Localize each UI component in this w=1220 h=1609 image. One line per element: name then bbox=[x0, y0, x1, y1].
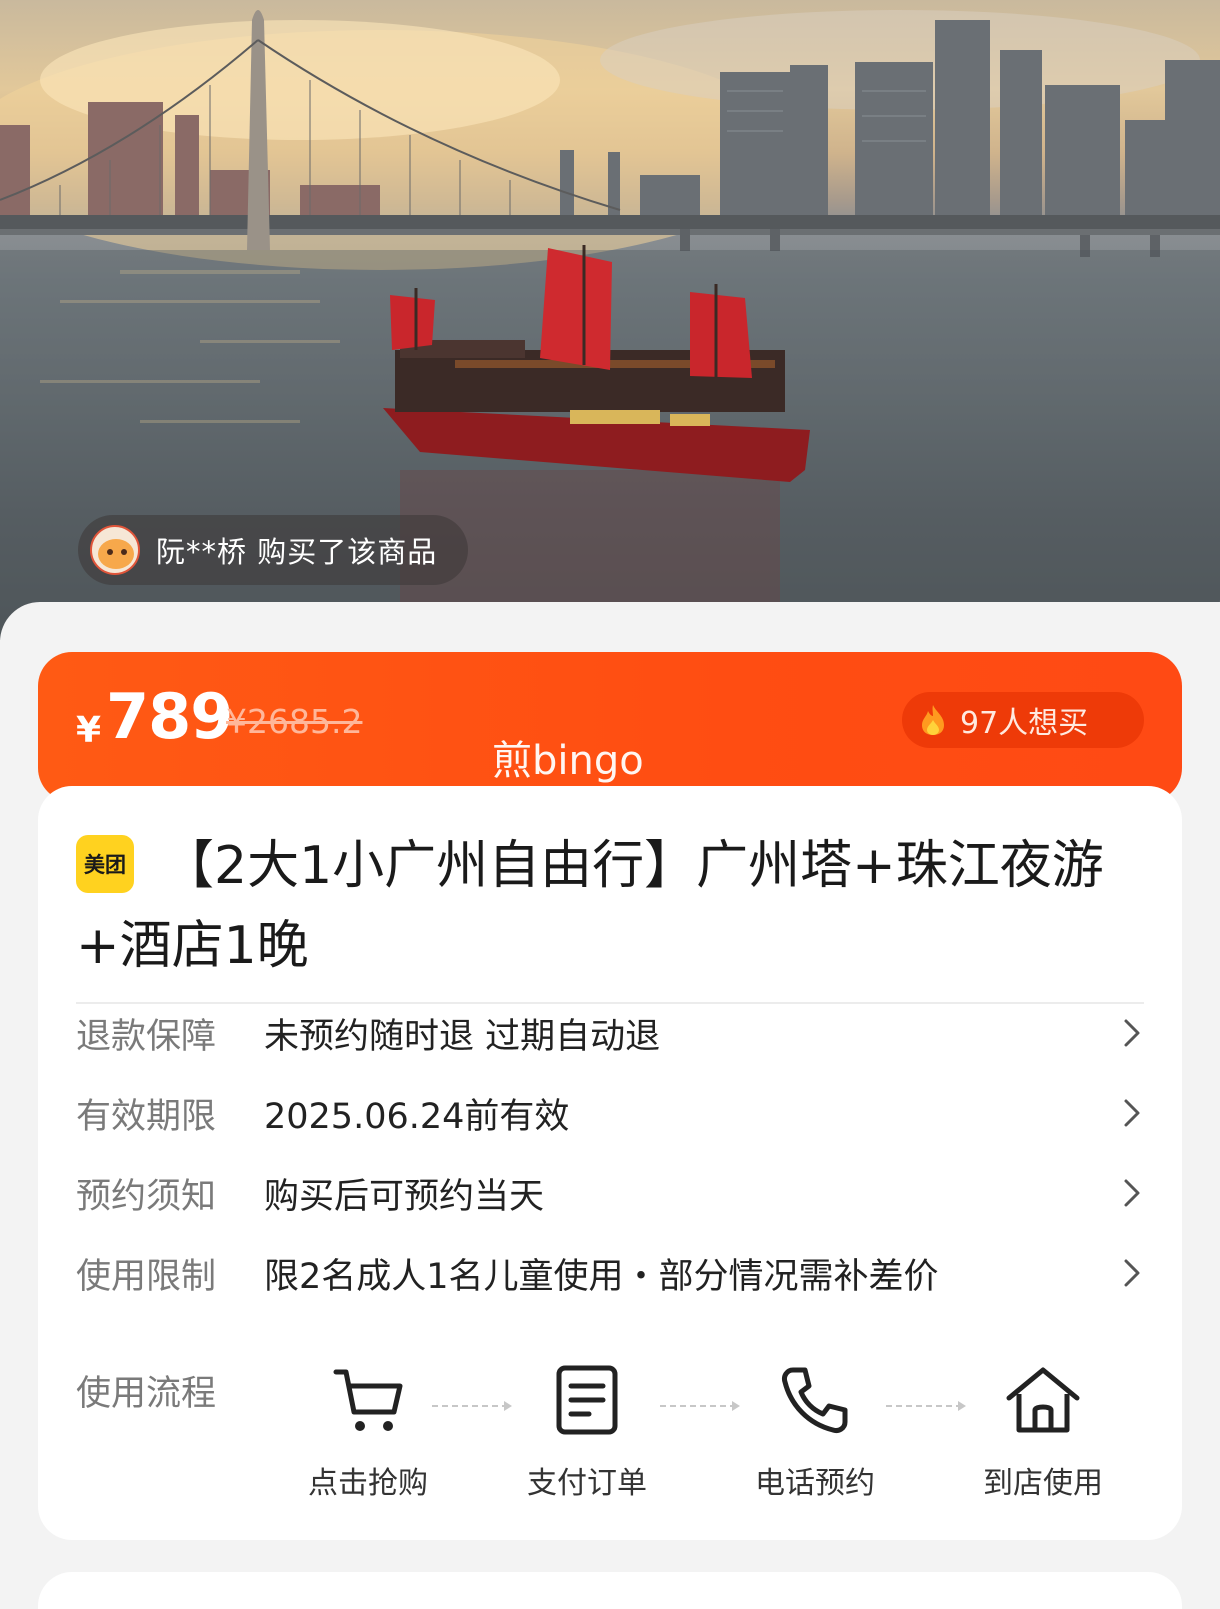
buyer-notice-text: 阮**桥 购买了该商品 bbox=[156, 535, 438, 569]
chevron-right-icon bbox=[1124, 1259, 1140, 1287]
chevron-right-icon bbox=[1124, 1019, 1140, 1047]
step-label: 电话预约 bbox=[755, 1466, 875, 1501]
product-detail-page: 阮**桥 购买了该商品 ¥ 789 ¥2685.2 煎bingo 97人想买 【… bbox=[0, 0, 1220, 1609]
row-value: 限2名成人1名儿童使用・部分情况需补差价 bbox=[264, 1256, 939, 1297]
row-label: 预约须知 bbox=[76, 1176, 217, 1217]
flow-step-pay: 支付订单 bbox=[502, 1360, 672, 1502]
row-value: 未预约随时退 过期自动退 bbox=[264, 1016, 661, 1057]
product-title: 【2大1小广州自由行】广州塔+珠江夜游+酒店1晚 bbox=[76, 836, 1104, 976]
flow-step-visit: 到店使用 bbox=[958, 1360, 1128, 1502]
want-count-badge: 97人想买 bbox=[902, 692, 1144, 748]
want-count-text: 97人想买 bbox=[960, 706, 1089, 741]
row-value: 2025.06.24前有效 bbox=[264, 1096, 570, 1137]
hero-image[interactable]: 阮**桥 购买了该商品 bbox=[0, 0, 1220, 640]
watermark-text: 煎bingo bbox=[492, 738, 644, 784]
recent-buyer-notice: 阮**桥 购买了该商品 bbox=[78, 515, 468, 585]
meituan-brand-badge: 美团 bbox=[76, 835, 134, 893]
row-label: 有效期限 bbox=[76, 1096, 217, 1137]
cart-icon bbox=[333, 1369, 403, 1431]
step-label: 支付订单 bbox=[527, 1466, 647, 1501]
info-row-refund[interactable]: 退款保障 未预约随时退 过期自动退 bbox=[76, 1003, 1146, 1063]
step-label: 点击抢购 bbox=[308, 1466, 428, 1501]
next-section-card bbox=[38, 1572, 1182, 1609]
info-row-restriction[interactable]: 使用限制 限2名成人1名儿童使用・部分情况需补差价 bbox=[76, 1243, 1146, 1303]
info-row-booking[interactable]: 预约须知 购买后可预约当天 bbox=[76, 1163, 1146, 1223]
flow-step-buy: 点击抢购 bbox=[283, 1360, 453, 1502]
chevron-right-icon bbox=[1124, 1099, 1140, 1127]
buyer-avatar bbox=[90, 525, 140, 575]
chevron-right-icon bbox=[1124, 1179, 1140, 1207]
home-icon bbox=[1006, 1367, 1080, 1433]
flow-label: 使用流程 bbox=[76, 1374, 217, 1414]
phone-icon bbox=[782, 1367, 848, 1433]
row-label: 使用限制 bbox=[76, 1256, 217, 1297]
step-label: 到店使用 bbox=[983, 1466, 1103, 1501]
flow-step-call: 电话预约 bbox=[730, 1360, 900, 1502]
order-document-icon bbox=[556, 1365, 618, 1435]
price-currency: ¥ bbox=[76, 710, 102, 751]
fire-icon bbox=[922, 705, 944, 735]
row-label: 退款保障 bbox=[76, 1016, 217, 1057]
current-price: 789 bbox=[106, 680, 233, 753]
original-price: ¥2685.2 bbox=[226, 702, 363, 741]
row-value: 购买后可预约当天 bbox=[264, 1176, 545, 1217]
info-row-validity[interactable]: 有效期限 2025.06.24前有效 bbox=[76, 1083, 1146, 1143]
